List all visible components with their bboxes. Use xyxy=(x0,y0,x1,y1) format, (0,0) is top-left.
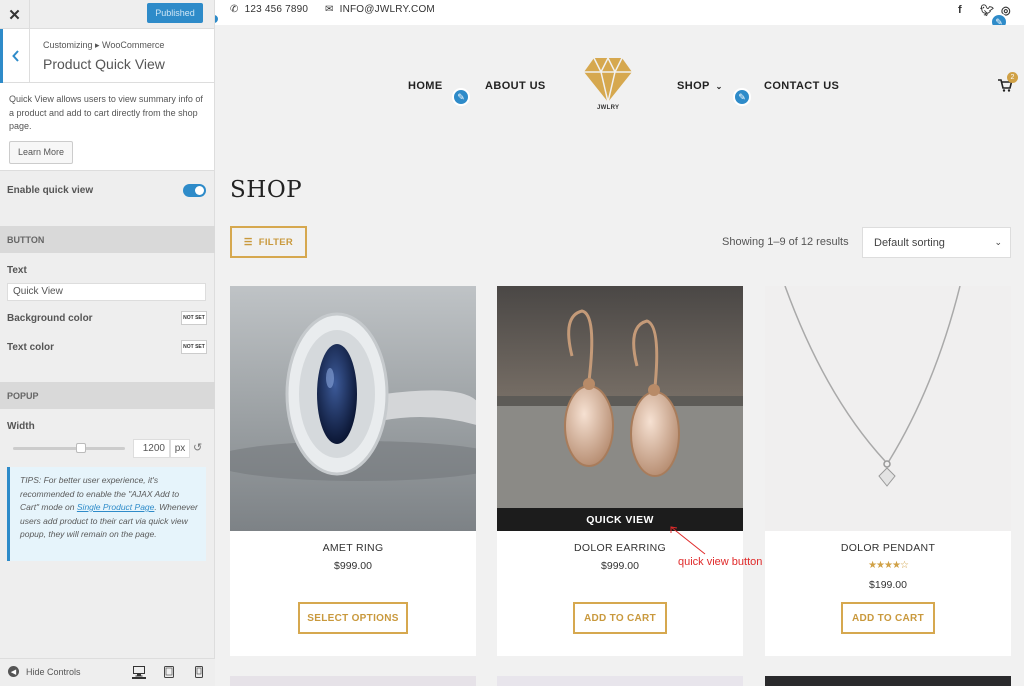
width-slider-track[interactable] xyxy=(13,447,125,450)
hide-controls-label: Hide Controls xyxy=(26,666,81,677)
site-preview: ✆ 123 456 7890 ✉ INFO@JWLRY.COM f 🐦︎ ◎ ✎… xyxy=(215,0,1024,686)
annotation-label: quick view button xyxy=(678,556,763,568)
edit-menu-pencil-icon[interactable]: ✎ xyxy=(452,88,470,106)
width-unit: px xyxy=(170,439,190,458)
section-description: Quick View allows users to view summary … xyxy=(0,83,214,171)
nav-home[interactable]: HOME xyxy=(408,80,443,92)
section-header: Customizing ▸ WooCommerce Product Quick … xyxy=(0,29,214,83)
reset-icon[interactable]: ↺ xyxy=(193,441,202,454)
tips-box: TIPS: For better user experience, it's r… xyxy=(7,467,206,561)
hide-controls-button[interactable]: ◀ Hide Controls xyxy=(8,666,81,677)
phone-contact: ✆ 123 456 7890 xyxy=(230,4,308,15)
section-title: Product Quick View xyxy=(43,56,165,72)
email-address: INFO@JWLRY.COM xyxy=(339,4,435,15)
phone-icon: ✆ xyxy=(230,4,239,15)
product-image-ring[interactable] xyxy=(230,286,476,531)
tablet-preview-icon[interactable] xyxy=(162,665,176,679)
sliders-icon: ☰ xyxy=(243,236,253,248)
collapse-icon: ◀ xyxy=(8,666,19,677)
logo-diamond-icon[interactable] xyxy=(582,55,634,105)
text-color-label: Text color xyxy=(7,342,55,353)
add-to-cart-button[interactable]: ADD TO CART xyxy=(573,602,667,634)
product-card[interactable]: AMET RING $999.00 SELECT OPTIONS xyxy=(230,286,476,656)
top-bar: ✆ 123 456 7890 ✉ INFO@JWLRY.COM f 🐦︎ ◎ xyxy=(215,0,1024,25)
product-card-next xyxy=(765,676,1011,686)
add-to-cart-button[interactable]: ADD TO CART xyxy=(841,602,935,634)
chevron-left-icon xyxy=(12,50,19,62)
publish-button[interactable]: Published xyxy=(147,3,203,23)
description-text: Quick View allows users to view summary … xyxy=(9,94,203,131)
results-count: Showing 1–9 of 12 results xyxy=(722,236,849,248)
enable-quick-view-label: Enable quick view xyxy=(7,185,94,196)
close-customizer-button[interactable]: ✕ xyxy=(0,0,30,29)
width-slider-handle[interactable] xyxy=(76,443,86,453)
button-section-header: BUTTON xyxy=(0,226,215,253)
customizer-footer: ◀ Hide Controls xyxy=(0,658,215,686)
desktop-preview-icon[interactable] xyxy=(132,665,146,679)
product-image-earring[interactable] xyxy=(497,286,743,531)
width-label: Width xyxy=(7,421,35,432)
customizer-topbar: ✕ Published xyxy=(0,0,214,29)
text-color-picker[interactable]: NOT SET xyxy=(181,340,207,354)
learn-more-button[interactable]: Learn More xyxy=(9,140,74,164)
nav-about-us[interactable]: ABOUT US xyxy=(485,80,546,92)
nav-shop-label: SHOP xyxy=(677,80,710,92)
customizer-panel: ✕ Published Customizing ▸ WooCommerce Pr… xyxy=(0,0,215,686)
rating-stars-icon: ★★★★☆ xyxy=(868,560,909,571)
button-text-input[interactable]: Quick View xyxy=(7,283,206,301)
mail-icon: ✉ xyxy=(325,4,334,15)
screen: { "customizer": { "close_label": "✕", "p… xyxy=(0,0,1024,686)
product-price: $999.00 xyxy=(334,560,372,572)
text-field-label: Text xyxy=(7,265,27,276)
product-card[interactable]: DOLOR PENDANT ★★★★☆ $199.00 ADD TO CART xyxy=(765,286,1011,656)
sort-select[interactable]: Default sorting ⌄ xyxy=(862,227,1011,258)
email-contact[interactable]: ✉ INFO@JWLRY.COM xyxy=(325,4,435,15)
product-name[interactable]: AMET RING xyxy=(230,542,476,554)
page-title: SHOP xyxy=(230,177,303,203)
product-card-next xyxy=(497,676,743,686)
sort-value: Default sorting xyxy=(874,236,945,249)
popup-section-header: POPUP xyxy=(0,382,215,409)
product-image-pendant[interactable] xyxy=(765,286,1011,531)
select-options-button[interactable]: SELECT OPTIONS xyxy=(298,602,408,634)
logo-text: JWLRY xyxy=(597,105,620,111)
product-name[interactable]: DOLOR PENDANT xyxy=(765,542,1011,554)
facebook-icon[interactable]: f xyxy=(958,4,962,16)
product-card[interactable]: QUICK VIEW DOLOR EARRING $999.00 ADD TO … xyxy=(497,286,743,656)
product-card-next xyxy=(230,676,476,686)
filter-label: FILTER xyxy=(258,236,294,248)
nav-contact-us[interactable]: CONTACT US xyxy=(764,80,839,92)
width-input[interactable]: 1200 xyxy=(133,439,170,458)
enable-quick-view-toggle[interactable] xyxy=(183,184,206,197)
back-button[interactable] xyxy=(0,29,30,83)
phone-number: 123 456 7890 xyxy=(244,4,309,15)
single-product-page-link[interactable]: Single Product Page xyxy=(77,502,155,512)
mobile-preview-icon[interactable] xyxy=(192,665,206,679)
background-color-picker[interactable]: NOT SET xyxy=(181,311,207,325)
edit-menu-pencil-icon-2[interactable]: ✎ xyxy=(733,88,751,106)
product-price: $199.00 xyxy=(869,579,907,591)
breadcrumb: Customizing ▸ WooCommerce xyxy=(43,40,165,50)
nav-shop[interactable]: SHOP ⌄ xyxy=(677,80,723,92)
cart-count-badge: 2 xyxy=(1007,72,1018,83)
chevron-down-icon: ⌄ xyxy=(994,237,1002,247)
chevron-down-icon: ⌄ xyxy=(713,82,723,91)
filter-button[interactable]: ☰ FILTER xyxy=(230,226,307,258)
background-color-label: Background color xyxy=(7,313,93,324)
annotation-arrow-icon xyxy=(670,526,706,555)
